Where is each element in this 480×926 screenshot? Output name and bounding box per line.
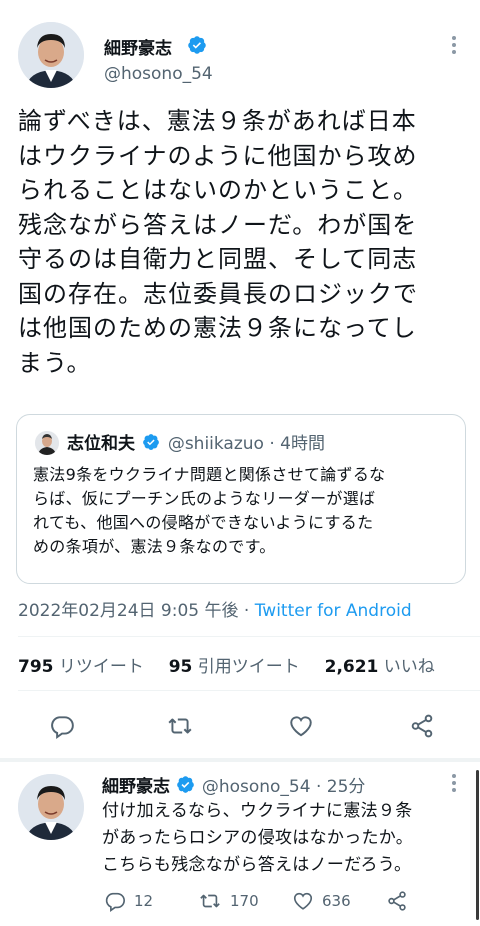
verified-badge-icon — [187, 35, 207, 59]
person-avatar-icon — [18, 774, 84, 840]
scrollbar[interactable] — [476, 770, 479, 920]
reply-author-avatar[interactable] — [18, 774, 84, 840]
like-icon — [293, 892, 313, 910]
quotes-stat[interactable]: 95 引用ツイート — [169, 657, 300, 677]
section-separator — [0, 758, 480, 762]
reply-retweet-button[interactable]: 170 — [198, 890, 259, 912]
quotes-count: 95 — [168, 657, 193, 677]
verified-badge-icon — [142, 433, 160, 456]
tweet-body-line: まう。 — [18, 348, 92, 377]
tweet-body-line: 論ずべきは、憲法９条があれば日本 — [18, 107, 417, 135]
likes-label: いいね — [383, 657, 435, 677]
tweet-body: 論ずべきは、憲法９条があれば日本 はウクライナのように他国から攻め られることは… — [18, 104, 473, 380]
quoted-tweet-card[interactable]: 志位和夫 @shiikazuo · 4時間 憲法9条をウクライナ問題と関係させて… — [16, 414, 466, 584]
share-icon — [388, 891, 406, 911]
tweet-body-line: は他国のための憲法９条になってし — [18, 314, 417, 342]
reply-header: 細野豪志 @hosono_54 · 25分 — [102, 772, 365, 799]
quoted-header: 志位和夫 @shiikazuo · 4時間 — [67, 429, 325, 456]
quoted-author-avatar — [35, 431, 59, 455]
tweet-meta: 2022年02月24日 9:05 午後 · Twitter for Androi… — [18, 596, 412, 621]
reply-button[interactable] — [44, 708, 80, 744]
author-handle[interactable]: @hosono_54 — [104, 64, 213, 84]
reply-reply-button[interactable]: 12 — [104, 890, 153, 912]
person-avatar-icon — [35, 431, 59, 455]
retweet-icon — [200, 894, 220, 908]
tweet-body-line: られることはないのかということ。 — [18, 176, 418, 204]
quoted-body: 憲法9条をウクライナ問題と関係させて論ずるな らば、仮にプーチン氏のようなリーダ… — [33, 463, 461, 559]
quoted-body-line: めの条項が、憲法９条なのです。 — [33, 537, 276, 556]
like-icon — [290, 716, 312, 737]
reply-author-handle[interactable]: @hosono_54 · 25分 — [202, 777, 366, 797]
retweets-count: 795 — [18, 657, 54, 677]
person-avatar-icon — [18, 22, 84, 88]
tweet-body-line: 残念ながら答えはノーだ。わが国を — [18, 210, 418, 239]
reply-body-line: があったらロシアの侵攻はなかったか。 — [102, 828, 414, 848]
author-avatar[interactable] — [18, 22, 84, 88]
author-name[interactable]: 細野豪志 — [104, 34, 172, 59]
retweets-stat[interactable]: 795 リツイート — [18, 657, 144, 677]
more-options-icon[interactable] — [446, 34, 462, 56]
quoted-time: · 4時間 — [269, 434, 325, 454]
tweet-source-link[interactable]: Twitter for Android — [255, 601, 412, 621]
retweet-icon — [168, 718, 192, 734]
tweet-stats: 795 リツイート 95 引用ツイート 2,621 いいね — [18, 652, 435, 677]
retweet-button[interactable] — [162, 708, 198, 744]
share-button[interactable] — [404, 708, 440, 744]
retweets-label: リツイート — [58, 657, 144, 677]
reply-body-line: こちらも残念ながら答えはノーだろう。 — [102, 855, 412, 875]
tweet-timestamp[interactable]: 2022年02月24日 9:05 午後 · — [18, 601, 255, 621]
quoted-body-line: らば、仮にプーチン氏のようなリーダーが選ば — [33, 489, 376, 508]
reply-body: 付け加えるなら、ウクライナに憲法９条 があったらロシアの侵攻はなかったか。 こち… — [102, 798, 474, 879]
more-options-icon[interactable] — [446, 772, 462, 794]
reply-icon — [51, 716, 74, 739]
share-icon — [411, 714, 433, 738]
reply-author-name[interactable]: 細野豪志 — [102, 777, 170, 797]
reply-replies-count: 12 — [134, 892, 154, 910]
quoted-author-handle: @shiikazuo — [167, 434, 264, 454]
verified-badge-icon — [176, 775, 195, 799]
reply-icon — [105, 892, 125, 912]
divider — [18, 690, 480, 691]
tweet-body-line: はウクライナのように他国から攻め — [18, 141, 418, 170]
divider — [18, 636, 480, 637]
quoted-author-name: 志位和夫 — [67, 434, 135, 454]
reply-body-line: 付け加えるなら、ウクライナに憲法９条 — [102, 801, 413, 821]
reply-likes-count: 636 — [322, 892, 351, 910]
quotes-label: 引用ツイート — [197, 657, 300, 677]
reply-retweets-count: 170 — [230, 892, 259, 910]
likes-stat[interactable]: 2,621 いいね — [325, 657, 435, 677]
likes-count: 2,621 — [324, 657, 379, 677]
tweet-body-line: 国の存在。志位委員長のロジックで — [18, 279, 418, 308]
quoted-body-line: れても、他国への侵略ができないようにするた — [33, 513, 374, 532]
like-button[interactable] — [283, 708, 319, 744]
quoted-body-line: 憲法9条をウクライナ問題と関係させて論ずるな — [33, 465, 386, 484]
reply-share-button[interactable] — [386, 890, 416, 912]
reply-like-button[interactable]: 636 — [292, 890, 351, 912]
tweet-body-line: 守るのは自衛力と同盟、そして同志 — [18, 245, 418, 273]
